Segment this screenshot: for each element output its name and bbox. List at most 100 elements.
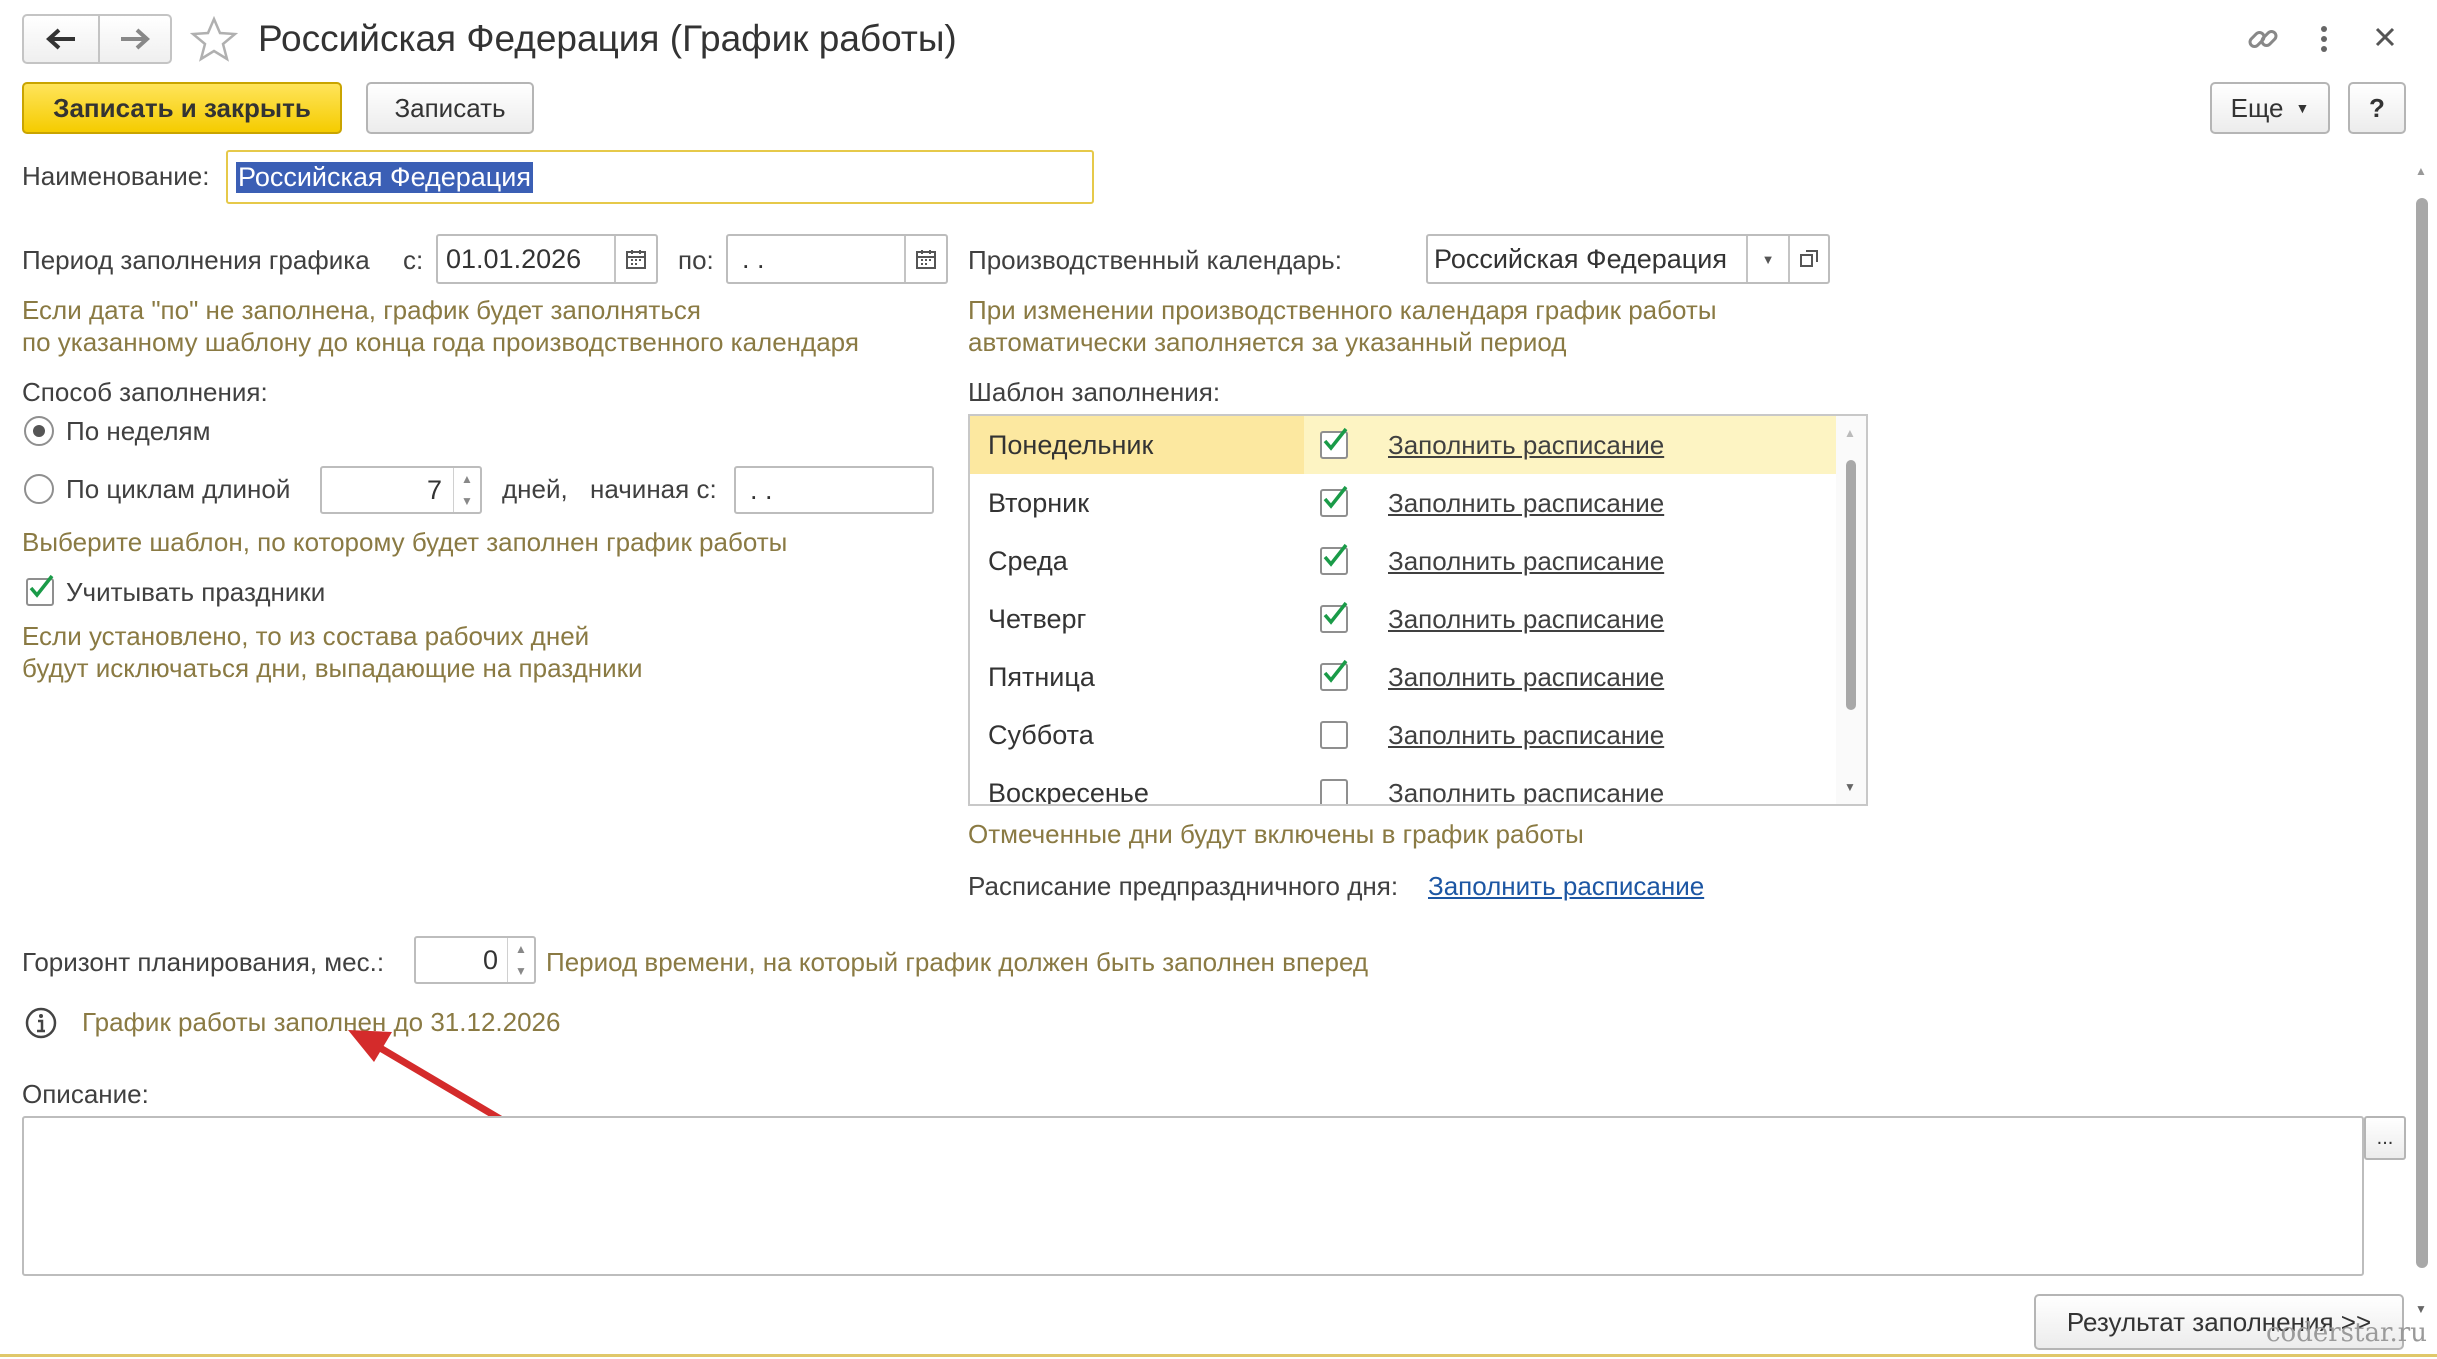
back-arrow-icon[interactable] [24, 16, 100, 62]
horizon-stepper[interactable]: ▲ ▼ [507, 938, 534, 982]
link-icon[interactable] [2246, 22, 2280, 61]
starting-date-value: . . [750, 474, 773, 505]
close-icon[interactable] [2372, 24, 2398, 55]
starting-label: начиная с: [590, 474, 717, 504]
nav-group [22, 14, 172, 64]
day-name: Воскресенье [988, 777, 1149, 806]
day-name: Пятница [988, 661, 1095, 692]
day-checkbox[interactable] [1320, 659, 1348, 691]
calendar-hint-line-2: автоматически заполняется за указанный п… [968, 327, 1567, 357]
period-to-input[interactable]: . . [726, 234, 948, 284]
save-close-button[interactable]: Записать и закрыть [22, 82, 342, 134]
bottom-divider [0, 1354, 2437, 1357]
horizon-input[interactable]: 0 ▲ ▼ [414, 936, 536, 984]
holidays-hint-line-2: будут исключаться дни, выпадающие на пра… [22, 653, 643, 683]
fill-schedule-link[interactable]: Заполнить расписание [1388, 474, 1664, 532]
fill-schedule-link[interactable]: Заполнить расписание [1388, 416, 1664, 474]
scroll-thumb[interactable] [1846, 460, 1856, 710]
name-input[interactable]: Российская Федерация [226, 150, 1094, 204]
day-checkbox[interactable] [1320, 779, 1348, 804]
page-scroll-down-icon[interactable]: ▼ [2415, 1302, 2427, 1316]
favorite-star-icon[interactable] [189, 15, 239, 67]
day-checkbox[interactable] [1320, 543, 1348, 575]
by-weeks-label: По неделям [66, 416, 211, 446]
page-scrollbar[interactable]: ▲ ▼ [2410, 150, 2434, 1330]
watermark: coderstar.ru [2266, 1318, 2427, 1348]
table-row[interactable]: Понедельник Заполнить расписание [970, 416, 1836, 474]
period-to-label: по: [678, 245, 714, 275]
open-icon[interactable] [1788, 236, 1828, 282]
horizon-hint: Период времени, на который график должен… [546, 947, 1369, 977]
horizon-value: 0 [482, 944, 498, 975]
page-scroll-thumb[interactable] [2416, 198, 2428, 1268]
info-icon [24, 1006, 58, 1045]
pre-holiday-link[interactable]: Заполнить расписание [1428, 870, 1704, 902]
template-hint: Выберите шаблон, по которому будет запол… [22, 527, 788, 557]
day-checkbox[interactable] [1320, 721, 1348, 749]
cycle-length-input[interactable]: 7 ▲ ▼ [320, 466, 482, 514]
day-name: Суббота [988, 719, 1094, 750]
fill-schedule-link[interactable]: Заполнить расписание [1388, 648, 1664, 706]
calendar-icon[interactable] [904, 236, 946, 282]
period-from-input[interactable]: 01.01.2026 [436, 234, 658, 284]
forward-arrow-icon[interactable] [100, 16, 170, 62]
days-rows: Понедельник Заполнить расписание Вторник За… [970, 416, 1866, 804]
more-button[interactable]: Еще ▼ [2210, 82, 2330, 134]
calendar-select[interactable]: Российская Федерация ▼ [1426, 234, 1830, 284]
days-hint: Отмеченные дни будут включены в график р… [968, 819, 1584, 849]
period-hint-line-2: по указанному шаблону до конца года прои… [22, 327, 859, 357]
period-from-label: с: [403, 245, 424, 275]
scroll-down-icon[interactable]: ▼ [1844, 780, 1856, 794]
horizon-label: Горизонт планирования, мес.: [22, 947, 385, 977]
days-table: Понедельник Заполнить расписание Вторник За… [968, 414, 1868, 806]
description-more-button[interactable]: ... [2364, 1116, 2406, 1160]
fill-schedule-link[interactable]: Заполнить расписание [1388, 590, 1664, 648]
pre-holiday-label: Расписание предпраздничного дня: [968, 871, 1399, 901]
description-label: Описание: [22, 1079, 149, 1109]
day-checkbox[interactable] [1320, 427, 1348, 459]
calendar-icon[interactable] [614, 236, 656, 282]
fill-schedule-link[interactable]: Заполнить расписание [1388, 764, 1664, 804]
page-scroll-up-icon[interactable]: ▲ [2415, 164, 2427, 178]
day-checkbox[interactable] [1320, 601, 1348, 633]
fill-schedule-link[interactable]: Заполнить расписание [1388, 706, 1664, 764]
starting-date-input[interactable]: . . [734, 466, 934, 514]
table-row[interactable]: Вторник Заполнить расписание [970, 474, 1836, 532]
by-weeks-radio[interactable] [24, 416, 54, 446]
window-title: Российская Федерация (График работы) [258, 18, 957, 59]
table-row[interactable]: Пятница Заполнить расписание [970, 648, 1836, 706]
save-button[interactable]: Записать [366, 82, 534, 134]
calendar-hint-line-1: При изменении производственного календар… [968, 295, 1717, 325]
holidays-hint-line-1: Если установлено, то из состава рабочих … [22, 621, 590, 651]
period-to-value: . . [742, 243, 765, 274]
by-cycles-label: По циклам длиной [66, 474, 291, 504]
more-menu-icon[interactable] [2316, 22, 2332, 56]
day-name: Среда [988, 545, 1068, 576]
dropdown-chevron-icon[interactable]: ▼ [1746, 236, 1788, 282]
template-label: Шаблон заполнения: [968, 377, 1221, 407]
period-label: Период заполнения графика [22, 245, 370, 275]
fill-schedule-link[interactable]: Заполнить расписание [1388, 532, 1664, 590]
holidays-label: Учитывать праздники [66, 577, 326, 607]
chevron-down-icon: ▼ [2295, 100, 2310, 116]
table-scrollbar[interactable]: ▲ ▼ [1836, 416, 1866, 804]
by-cycles-radio[interactable] [24, 474, 54, 504]
annotation-arrow [348, 1030, 506, 1124]
period-hint-line-1: Если дата "по" не заполнена, график буде… [22, 295, 701, 325]
name-label: Наименование: [22, 161, 210, 191]
table-row[interactable]: Суббота Заполнить расписание [970, 706, 1836, 764]
day-name: Понедельник [970, 416, 1304, 474]
day-name: Вторник [988, 487, 1090, 518]
help-button[interactable]: ? [2348, 82, 2406, 134]
table-row[interactable]: Четверг Заполнить расписание [970, 590, 1836, 648]
day-checkbox[interactable] [1320, 485, 1348, 517]
table-row[interactable]: Воскресенье Заполнить расписание [970, 764, 1836, 806]
calendar-select-value: Российская Федерация [1434, 243, 1727, 274]
fill-method-label: Способ заполнения: [22, 377, 268, 407]
table-row[interactable]: Среда Заполнить расписание [970, 532, 1836, 590]
cycle-length-stepper[interactable]: ▲ ▼ [453, 468, 480, 512]
days-label: дней, [502, 474, 568, 504]
description-textarea[interactable] [22, 1116, 2364, 1276]
holidays-checkbox[interactable] [26, 574, 54, 606]
scroll-up-icon[interactable]: ▲ [1844, 426, 1856, 440]
